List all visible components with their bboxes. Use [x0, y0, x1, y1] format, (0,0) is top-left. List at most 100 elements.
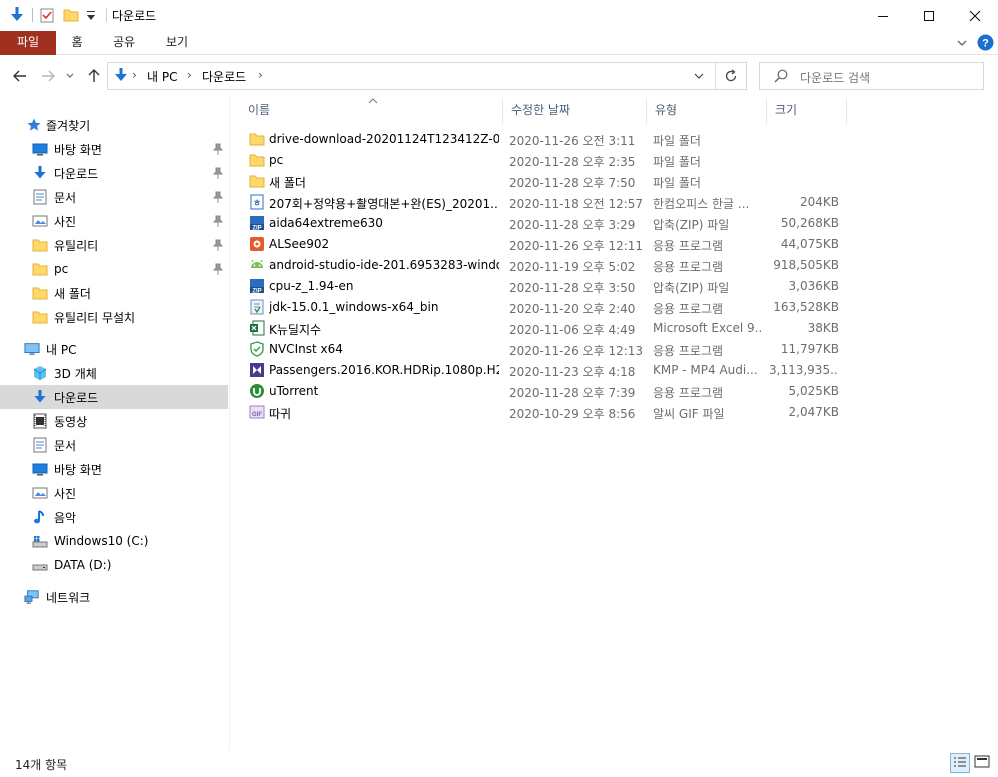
table-row[interactable]: android-studio-ide-201.6953283-windo... … [244, 255, 854, 276]
music-note-icon [34, 510, 44, 524]
chevron-down-icon [957, 40, 967, 46]
tab-share[interactable]: 공유 [104, 31, 144, 55]
nav-pc-drive-c[interactable]: Windows10 (C:) [0, 529, 228, 553]
file-type: 응용 프로그램 [653, 302, 724, 316]
nav-quick-downloads[interactable]: 다운로드 [0, 161, 228, 185]
column-header-type[interactable]: 유형 [647, 99, 767, 124]
column-header-size[interactable]: 크기 [767, 99, 847, 124]
maximize-button[interactable] [906, 0, 952, 31]
file-type: 파일 폴더 [653, 176, 701, 190]
folder-icon [32, 239, 48, 252]
table-row[interactable]: 새 폴더 2020-11-28 오후 7:50 파일 폴더 [244, 171, 854, 192]
nav-pc-videos[interactable]: 동영상 [0, 409, 228, 433]
file-size: 3,113,935... [769, 363, 839, 377]
search-box[interactable]: 다운로드 검색 [759, 62, 984, 90]
chevron-down-icon [694, 73, 704, 79]
breadcrumb-separator[interactable]: › [258, 68, 263, 82]
nav-quick-utility-portable[interactable]: 유틸리티 무설치 [0, 305, 228, 329]
excel-icon [250, 320, 265, 336]
nav-pc-music[interactable]: 음악 [0, 505, 228, 529]
nav-label: 새 폴더 [54, 286, 91, 301]
file-type: 압축(ZIP) 파일 [653, 281, 730, 295]
tab-file[interactable]: 파일 [0, 31, 56, 55]
breadcrumb-this-pc[interactable]: 내 PC [147, 68, 177, 85]
nav-pc-pictures[interactable]: 사진 [0, 481, 228, 505]
column-header-name[interactable]: 이름 [240, 99, 503, 124]
table-row[interactable]: drive-download-20201124T123412Z-001 2020… [244, 129, 854, 150]
android-icon [251, 259, 263, 268]
help-button[interactable]: ? [977, 34, 994, 51]
up-button[interactable] [84, 66, 104, 86]
table-row[interactable]: jdk-15.0.1_windows-x64_bin 2020-11-20 오후… [244, 297, 854, 318]
ribbon-expand-button[interactable] [955, 36, 969, 50]
svg-text:GIF: GIF [252, 412, 262, 418]
tab-view[interactable]: 보기 [157, 31, 197, 55]
pin-icon[interactable] [213, 215, 223, 227]
properties-icon[interactable] [39, 7, 55, 23]
file-name: uTorrent [269, 384, 319, 398]
svg-text:ㅎ: ㅎ [253, 198, 261, 208]
pin-icon[interactable] [213, 239, 223, 251]
refresh-button[interactable] [724, 69, 738, 83]
download-arrow-icon [34, 390, 46, 403]
new-folder-icon[interactable] [63, 7, 79, 23]
customize-toolbar-icon[interactable] [85, 7, 97, 23]
nav-quick-utility[interactable]: 유틸리티 [0, 233, 228, 257]
nav-quick-desktop[interactable]: 바탕 화면 [0, 137, 228, 161]
pin-icon[interactable] [213, 143, 223, 155]
table-row[interactable]: K뉴딜지수 2020-11-06 오후 4:49 Microsoft Excel… [244, 318, 854, 339]
column-header-date[interactable]: 수정한 날짜 [503, 99, 647, 124]
pane-divider[interactable] [229, 96, 230, 750]
breadcrumb-separator[interactable]: › [187, 68, 192, 82]
table-row[interactable]: ㅎ 207회+정약용+촬영대본+완(ES)_20201... 2020-11-1… [244, 192, 854, 213]
folder-icon [32, 263, 48, 276]
address-bar[interactable]: › 내 PC › 다운로드 › [107, 62, 747, 90]
nav-network[interactable]: 네트워크 [0, 585, 228, 609]
pin-icon[interactable] [213, 191, 223, 203]
table-row[interactable]: GIF 따귀 2020-10-29 오후 8:56 알씨 GIF 파일 2,04… [244, 402, 854, 423]
nav-quick-documents[interactable]: 문서 [0, 185, 228, 209]
file-type: 압축(ZIP) 파일 [653, 218, 730, 232]
download-location-icon [112, 67, 130, 85]
nav-label: 문서 [54, 438, 77, 453]
download-arrow-icon[interactable] [8, 6, 26, 24]
file-size: 204KB [799, 195, 839, 209]
nav-pc-documents[interactable]: 문서 [0, 433, 228, 457]
nav-quick-pc[interactable]: pc [0, 257, 228, 281]
nav-pc-drive-d[interactable]: DATA (D:) [0, 553, 228, 577]
table-row[interactable]: pc 2020-11-28 오후 2:35 파일 폴더 [244, 150, 854, 171]
nav-pc-downloads[interactable]: 다운로드 [0, 385, 228, 409]
table-row[interactable]: uTorrent 2020-11-28 오후 7:39 응용 프로그램 5,02… [244, 381, 854, 402]
close-button[interactable] [952, 0, 998, 31]
recent-locations-button[interactable] [63, 66, 77, 86]
forward-button[interactable] [38, 66, 58, 86]
table-row[interactable]: ALSee902 2020-11-26 오후 12:11 응용 프로그램 44,… [244, 234, 854, 255]
file-type: 알씨 GIF 파일 [653, 407, 725, 421]
pin-icon[interactable] [213, 263, 223, 275]
nav-pc-3d-objects[interactable]: 3D 개체 [0, 361, 228, 385]
address-history-button[interactable] [693, 70, 705, 82]
nav-pc-desktop[interactable]: 바탕 화면 [0, 457, 228, 481]
breadcrumb-separator[interactable]: › [132, 68, 137, 82]
tab-home[interactable]: 홈 [60, 31, 94, 55]
table-row[interactable]: NVCInst x64 2020-11-26 오후 12:13 응용 프로그램 … [244, 339, 854, 360]
nav-this-pc[interactable]: 내 PC [0, 337, 228, 361]
large-icons-view-button[interactable] [973, 753, 993, 773]
file-type: 응용 프로그램 [653, 260, 724, 274]
details-view-button[interactable] [950, 753, 970, 773]
back-button[interactable] [10, 66, 30, 86]
table-row[interactable]: Passengers.2016.KOR.HDRip.1080p.H26... 2… [244, 360, 854, 381]
nav-quick-new-folder[interactable]: 새 폴더 [0, 281, 228, 305]
nav-quick-access[interactable]: 즐겨찾기 [0, 113, 228, 137]
document-icon [33, 189, 47, 205]
breadcrumb-downloads[interactable]: 다운로드 [202, 68, 246, 85]
zip-icon: ZIP [250, 216, 264, 231]
file-name: aida64extreme630 [269, 216, 383, 230]
table-row[interactable]: ZIP cpu-z_1.94-en 2020-11-28 오후 3:50 압축(… [244, 276, 854, 297]
nav-quick-pictures[interactable]: 사진 [0, 209, 228, 233]
table-row[interactable]: ZIP aida64extreme630 2020-11-28 오후 3:29 … [244, 213, 854, 234]
pin-icon[interactable] [213, 167, 223, 179]
minimize-button[interactable] [860, 0, 906, 31]
search-input[interactable]: 다운로드 검색 [800, 69, 870, 86]
navigation-pane: 즐겨찾기 바탕 화면 다운로드 문서 사진 유틸리티 pc 새 폴더 유틸리티 … [0, 100, 230, 750]
